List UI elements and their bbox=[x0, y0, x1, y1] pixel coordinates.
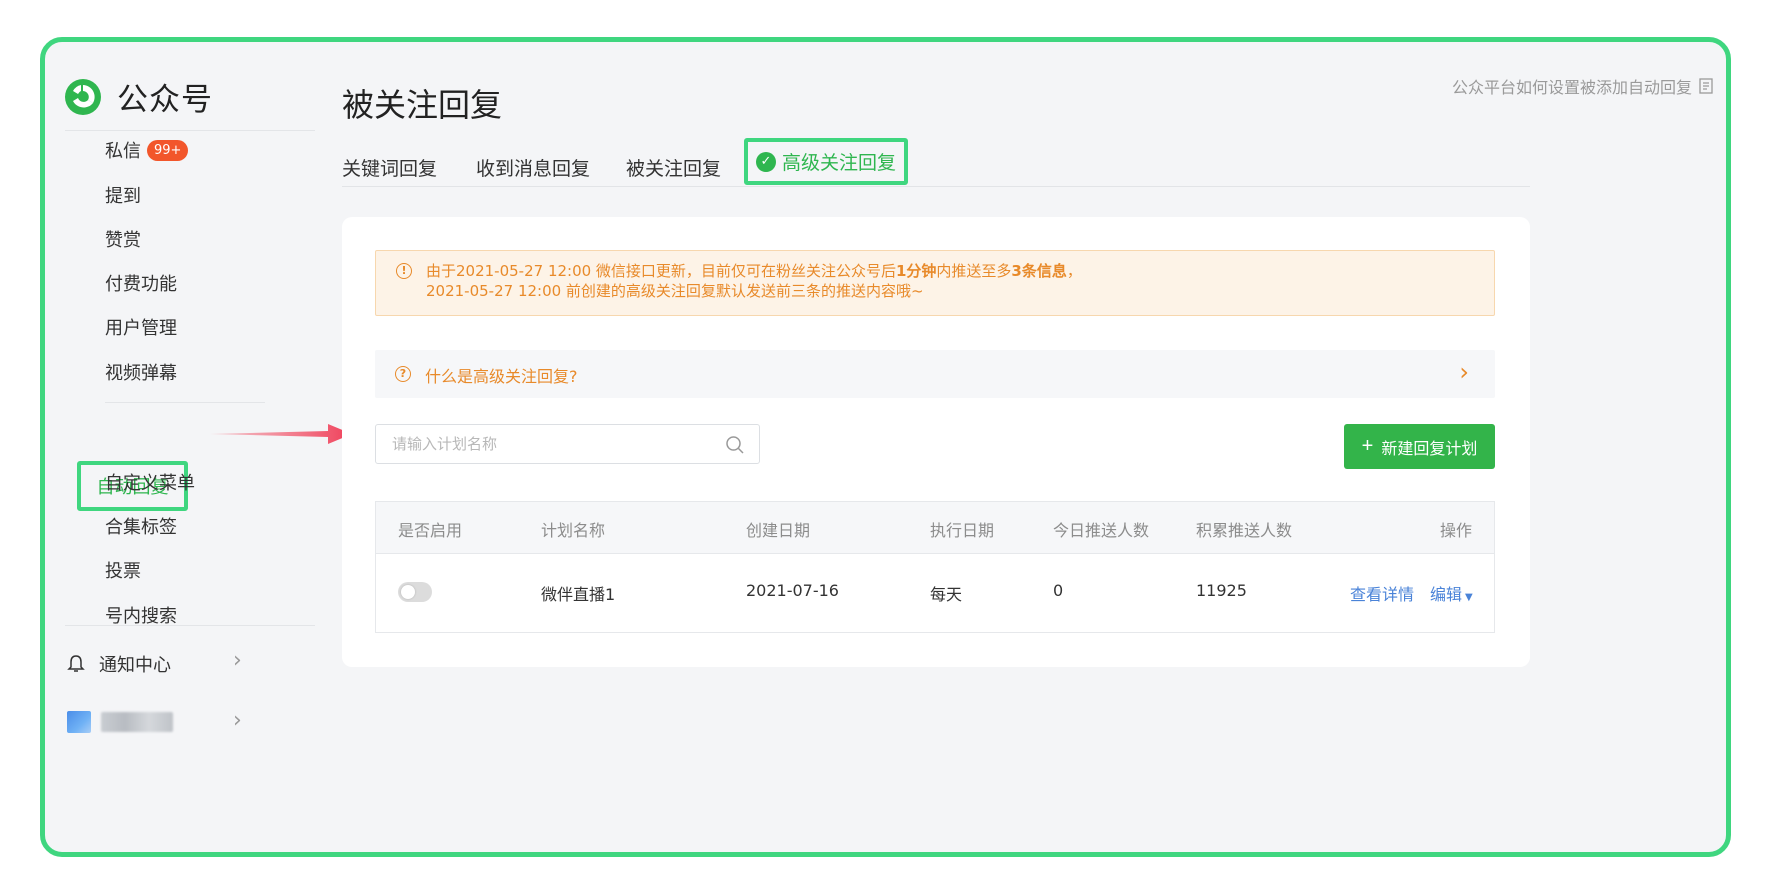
caret-down-icon: ▼ bbox=[1465, 592, 1473, 603]
sidebar-divider bbox=[65, 625, 315, 626]
sidebar-item-label: 自定义菜单 bbox=[105, 473, 195, 494]
sidebar-item-label: 投票 bbox=[105, 561, 141, 582]
chevron-right-icon[interactable]: › bbox=[233, 648, 242, 673]
app-logo[interactable]: 公众号 bbox=[63, 74, 213, 119]
tab-bar: 关键词回复 收到消息回复 被关注回复 ✓ 高级关注回复 bbox=[342, 138, 1530, 187]
enable-toggle[interactable] bbox=[398, 582, 432, 602]
notice-line-2: 2021-05-27 12:00 前创建的高级关注回复默认发送前三条的推送内容哦… bbox=[426, 282, 924, 300]
sidebar-item-rewards[interactable]: 赞赏 bbox=[105, 226, 141, 252]
today-count-cell: 0 bbox=[1053, 581, 1064, 600]
sidebar-item-video-danmaku[interactable]: 视频弹幕 bbox=[105, 359, 177, 385]
content-card: ! 由于2021-05-27 12:00 微信接口更新，目前仅可在粉丝关注公众号… bbox=[342, 217, 1530, 667]
wechat-official-logo-icon bbox=[65, 78, 101, 115]
tab-message-reply[interactable]: 收到消息回复 bbox=[476, 154, 590, 181]
chevron-right-icon[interactable]: › bbox=[233, 708, 242, 733]
help-link[interactable]: 公众平台如何设置被添加自动回复 bbox=[1452, 74, 1714, 98]
schedule-cell: 每天 bbox=[930, 585, 963, 604]
tab-label: 高级关注回复 bbox=[781, 152, 896, 174]
sidebar-item-vote[interactable]: 投票 bbox=[105, 557, 141, 583]
check-circle-icon: ✓ bbox=[755, 151, 776, 172]
notice-text: 内推送至多 bbox=[936, 262, 1012, 280]
plan-search-input[interactable] bbox=[390, 434, 714, 454]
view-details-link[interactable]: 查看详情 bbox=[1350, 581, 1414, 605]
plan-table: 是否启用 计划名称 创建日期 执行日期 今日推送人数 积累推送人数 操作 微伴直… bbox=[375, 501, 1495, 633]
notice-text: ， bbox=[1066, 262, 1082, 280]
sidebar-item-label: 付费功能 bbox=[105, 274, 177, 295]
info-icon: ! bbox=[396, 263, 412, 279]
notification-center[interactable]: 通知中心 bbox=[67, 651, 171, 677]
notice-highlight: 1分钟 bbox=[895, 262, 937, 280]
account-avatar bbox=[67, 711, 91, 733]
column-header-enabled: 是否启用 bbox=[398, 521, 463, 540]
tab-follow-reply[interactable]: 被关注回复 bbox=[626, 154, 721, 181]
sidebar-item-mentions[interactable]: 提到 bbox=[105, 182, 141, 208]
sidebar-item-label: 提到 bbox=[105, 186, 141, 207]
edit-label: 编辑 bbox=[1430, 585, 1463, 604]
search-icon[interactable] bbox=[725, 435, 745, 455]
annotation-arrow-icon bbox=[210, 424, 352, 444]
chevron-right-icon: › bbox=[1459, 358, 1469, 386]
notification-center-label: 通知中心 bbox=[99, 655, 171, 676]
help-link-label: 公众平台如何设置被添加自动回复 bbox=[1451, 78, 1692, 97]
column-header-total-count: 积累推送人数 bbox=[1196, 521, 1293, 540]
bell-icon bbox=[67, 655, 85, 672]
page-title: 被关注回复 bbox=[342, 86, 503, 124]
sidebar-item-custom-menu[interactable]: 自定义菜单 bbox=[105, 469, 195, 495]
faq-row[interactable]: ? 什么是高级关注回复? › bbox=[375, 350, 1495, 398]
notice-line-1: 由于2021-05-27 12:00 微信接口更新，目前仅可在粉丝关注公众号后1… bbox=[426, 261, 1082, 281]
sidebar-item-user-management[interactable]: 用户管理 bbox=[105, 314, 177, 340]
sidebar-item-label: 赞赏 bbox=[105, 230, 141, 251]
tab-keyword-reply[interactable]: 关键词回复 bbox=[342, 154, 437, 181]
document-icon bbox=[1699, 78, 1713, 94]
faq-label: 什么是高级关注回复? bbox=[425, 367, 578, 386]
sidebar-divider bbox=[65, 130, 315, 131]
warning-notice: ! 由于2021-05-27 12:00 微信接口更新，目前仅可在粉丝关注公众号… bbox=[375, 250, 1495, 316]
sidebar-item-paid-features[interactable]: 付费功能 bbox=[105, 270, 177, 296]
column-header-schedule: 执行日期 bbox=[930, 521, 995, 540]
total-count-cell: 11925 bbox=[1196, 581, 1247, 600]
sidebar-item-messages[interactable]: 私信 99+ bbox=[105, 137, 189, 163]
app-name: 公众号 bbox=[117, 82, 213, 118]
sidebar-item-label: 视频弹幕 bbox=[105, 363, 177, 384]
column-header-plan-name: 计划名称 bbox=[541, 521, 606, 540]
notice-text: 由于2021-05-27 12:00 微信接口更新，目前仅可在粉丝关注公众号后 bbox=[426, 262, 896, 280]
plan-search-box bbox=[375, 424, 760, 464]
unread-badge: 99+ bbox=[147, 139, 189, 161]
sidebar-item-label: 合集标签 bbox=[105, 517, 177, 538]
tab-advanced-follow-reply[interactable]: ✓ 高级关注回复 bbox=[744, 138, 908, 185]
question-icon: ? bbox=[395, 366, 411, 382]
sidebar-item-label: 用户管理 bbox=[105, 318, 177, 339]
account-switcher[interactable] bbox=[67, 711, 173, 733]
edit-dropdown[interactable]: 编辑 ▼ bbox=[1430, 581, 1473, 605]
plus-icon: + bbox=[1361, 435, 1374, 457]
created-date-cell: 2021-07-16 bbox=[746, 581, 839, 600]
column-header-created-date: 创建日期 bbox=[746, 521, 811, 540]
new-reply-plan-button[interactable]: + 新建回复计划 bbox=[1344, 424, 1495, 469]
new-reply-plan-label: 新建回复计划 bbox=[1381, 440, 1478, 458]
sidebar-divider bbox=[105, 402, 265, 403]
sidebar-item-label: 私信 bbox=[105, 141, 141, 162]
plan-name-cell: 微伴直播1 bbox=[541, 585, 616, 604]
account-name-blurred bbox=[101, 712, 173, 732]
table-header: 是否启用 计划名称 创建日期 执行日期 今日推送人数 积累推送人数 操作 bbox=[376, 502, 1494, 554]
sidebar-item-collection-tags[interactable]: 合集标签 bbox=[105, 513, 177, 539]
notice-highlight: 3条信息 bbox=[1011, 262, 1067, 280]
app-window: 公众号 私信 99+ 提到 赞赏 付费功能 用户管理 视频弹幕 自动回复 自定义… bbox=[40, 37, 1731, 857]
column-header-actions: 操作 bbox=[1439, 521, 1472, 540]
column-header-today-count: 今日推送人数 bbox=[1053, 521, 1150, 540]
